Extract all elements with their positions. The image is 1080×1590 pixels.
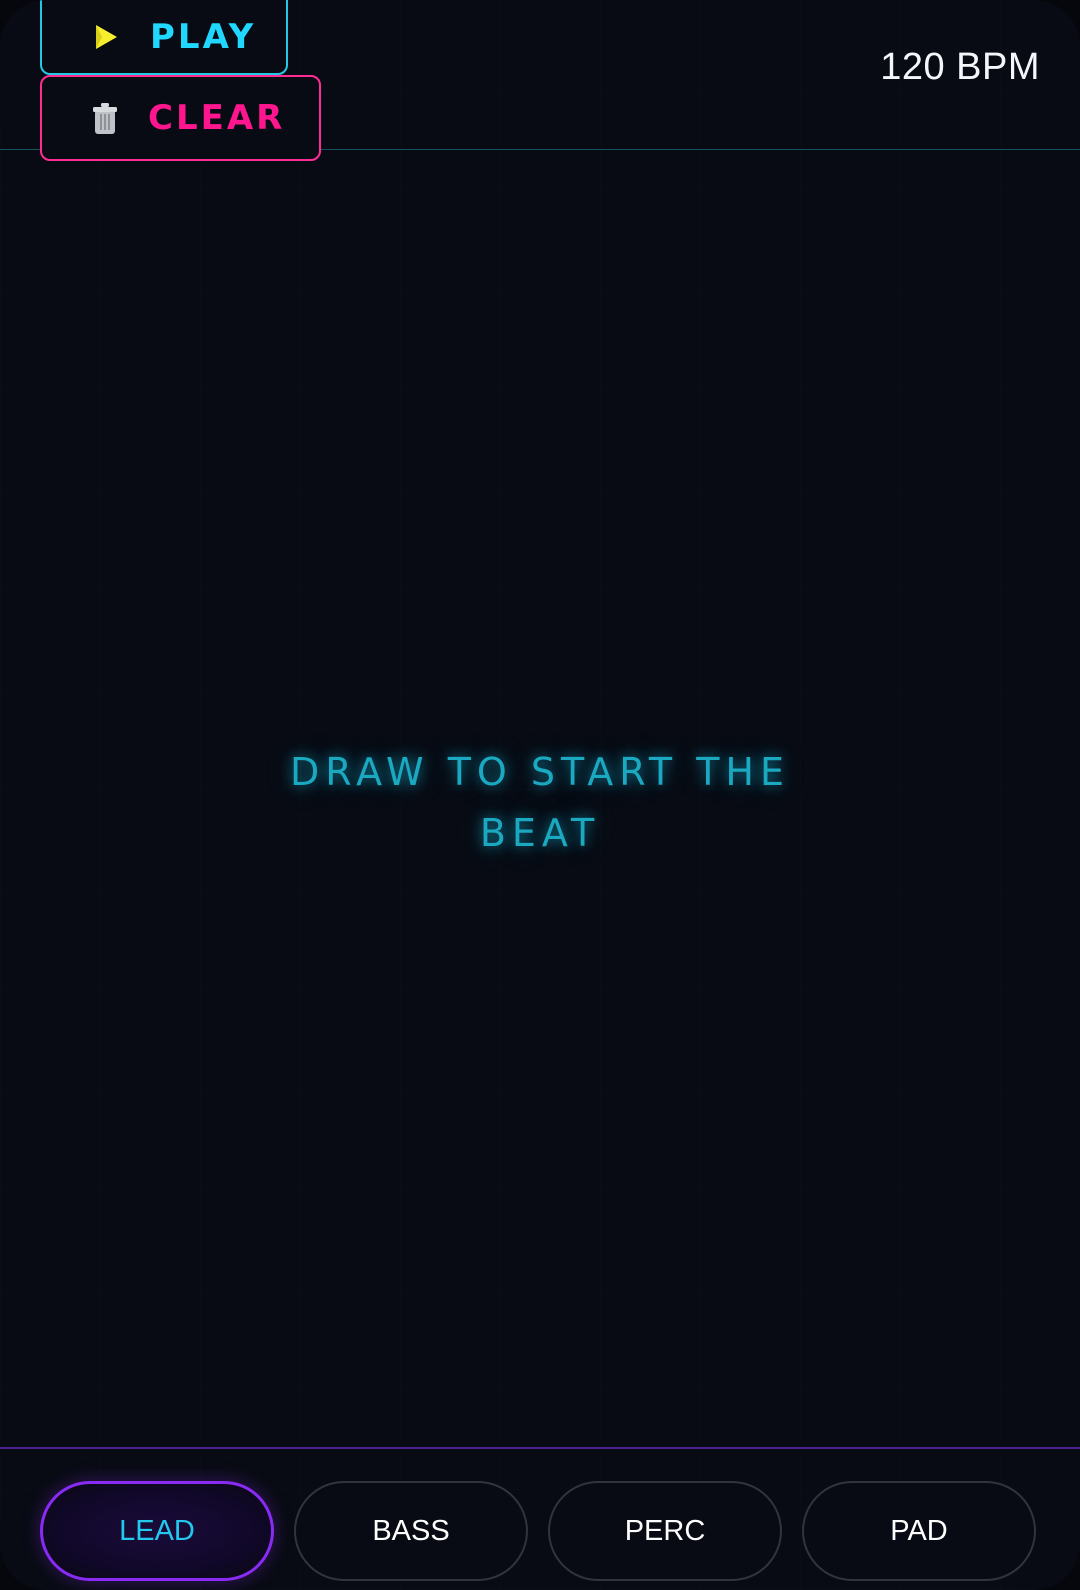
- play-icon: [90, 21, 122, 53]
- instrument-tabs-bar: LEAD BASS PERC PAD: [0, 1447, 1080, 1590]
- canvas-hint: DRAW TO START THE BEAT: [270, 742, 810, 864]
- clear-button[interactable]: CLEAR: [40, 75, 321, 161]
- tab-bass[interactable]: BASS: [294, 1481, 528, 1581]
- trash-icon: [90, 100, 120, 136]
- canvas-hint-line-2: BEAT: [479, 811, 601, 855]
- beat-drawing-app: PLAY CLEAR 120 BPM DRAW TO START THE BEA…: [0, 0, 1080, 1590]
- tab-perc[interactable]: PERC: [548, 1481, 782, 1581]
- instrument-tabs: LEAD BASS PERC PAD: [40, 1481, 1036, 1581]
- clear-button-label: CLEAR: [148, 98, 286, 138]
- bpm-display: 120 BPM: [880, 46, 1040, 88]
- tab-lead[interactable]: LEAD: [40, 1481, 274, 1581]
- play-button-label: PLAY: [150, 16, 257, 57]
- drawing-canvas[interactable]: DRAW TO START THE BEAT: [0, 150, 1080, 1447]
- top-bar: PLAY CLEAR 120 BPM: [0, 0, 1080, 161]
- tab-pad[interactable]: PAD: [802, 1481, 1036, 1581]
- play-button[interactable]: PLAY: [40, 0, 288, 75]
- canvas-hint-line-1: DRAW TO START THE: [290, 750, 790, 794]
